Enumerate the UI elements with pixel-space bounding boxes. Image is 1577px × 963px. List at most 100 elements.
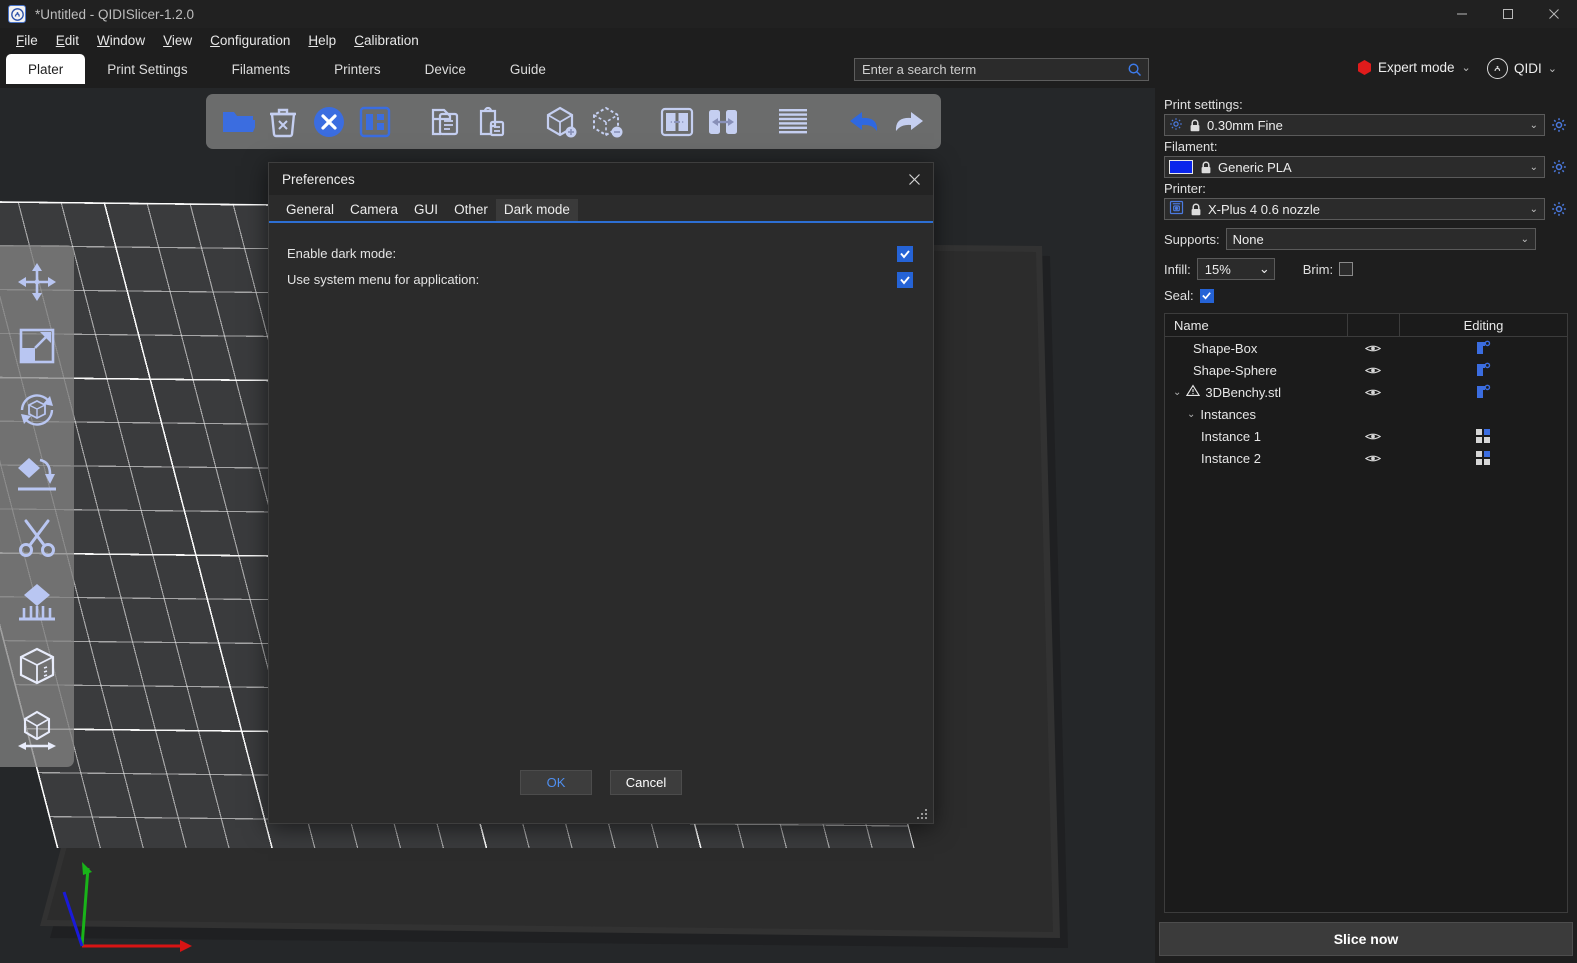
remove-instance-icon[interactable] bbox=[585, 99, 629, 145]
object-settings-icon[interactable] bbox=[1399, 362, 1567, 378]
tab-other[interactable]: Other bbox=[446, 199, 496, 221]
eye-icon[interactable] bbox=[1347, 343, 1399, 354]
minimize-icon[interactable] bbox=[1439, 0, 1485, 28]
chevron-down-icon[interactable]: ⌄ bbox=[1521, 234, 1529, 245]
copy-icon[interactable] bbox=[423, 99, 467, 145]
object-settings-icon[interactable] bbox=[1399, 384, 1567, 400]
infill-value: 15% bbox=[1204, 261, 1231, 277]
seam-painting-gizmo-icon[interactable] bbox=[6, 635, 68, 697]
add-open-icon[interactable] bbox=[216, 99, 260, 145]
tab-print-settings[interactable]: Print Settings bbox=[85, 54, 209, 84]
place-on-face-gizmo-icon[interactable] bbox=[6, 443, 68, 505]
brim-checkbox[interactable] bbox=[1339, 262, 1354, 276]
warning-icon bbox=[1186, 384, 1201, 400]
delete-all-icon[interactable] bbox=[307, 99, 351, 145]
tab-camera[interactable]: Camera bbox=[342, 199, 406, 221]
object-name: Instance 1 bbox=[1201, 428, 1261, 444]
tab-gui[interactable]: GUI bbox=[406, 199, 446, 221]
resize-grip[interactable] bbox=[916, 806, 930, 820]
filament-edit-gear-icon[interactable] bbox=[1550, 158, 1568, 176]
slice-now-button[interactable]: Slice now bbox=[1159, 922, 1573, 956]
arrange-icon[interactable] bbox=[353, 99, 397, 145]
chevron-down-icon[interactable]: ⌄ bbox=[1173, 387, 1181, 398]
move-gizmo-icon[interactable] bbox=[6, 251, 68, 313]
menu-view-label: iew bbox=[171, 32, 193, 48]
split-to-parts-icon[interactable] bbox=[701, 99, 745, 145]
menu-file[interactable]: File bbox=[7, 31, 47, 50]
cut-gizmo-icon[interactable] bbox=[6, 507, 68, 569]
table-row[interactable]: Shape-Sphere bbox=[1165, 359, 1567, 381]
menu-calibration[interactable]: Calibration bbox=[345, 31, 428, 50]
close-icon[interactable] bbox=[901, 168, 927, 190]
chevron-down-icon[interactable]: ⌄ bbox=[1530, 204, 1538, 215]
qidi-logo-icon bbox=[8, 5, 26, 23]
undo-icon[interactable] bbox=[842, 99, 886, 145]
tab-dark-mode[interactable]: Dark mode bbox=[495, 199, 578, 221]
add-instance-icon[interactable] bbox=[539, 99, 583, 145]
print-settings-combo[interactable]: 0.30mm Fine ⌄ bbox=[1164, 114, 1545, 136]
cancel-button[interactable]: Cancel bbox=[610, 770, 682, 795]
chevron-down-icon[interactable]: ⌄ bbox=[1548, 62, 1557, 75]
tab-plater[interactable]: Plater bbox=[6, 54, 86, 84]
search-icon[interactable] bbox=[1127, 62, 1142, 77]
scale-gizmo-icon[interactable] bbox=[6, 315, 68, 377]
table-row[interactable]: ⌄ Instances bbox=[1165, 403, 1567, 425]
ok-button[interactable]: OK bbox=[520, 770, 592, 795]
instances-group-cell: ⌄ Instances bbox=[1165, 407, 1347, 422]
tab-printers[interactable]: Printers bbox=[312, 54, 403, 84]
rotate-gizmo-icon[interactable] bbox=[6, 379, 68, 441]
tab-guide[interactable]: Guide bbox=[488, 54, 568, 84]
chevron-down-icon[interactable]: ⌄ bbox=[1530, 162, 1538, 173]
chevron-down-icon[interactable]: ⌄ bbox=[1462, 61, 1471, 74]
eye-icon[interactable] bbox=[1347, 431, 1399, 442]
printer-icon bbox=[1169, 200, 1184, 218]
enable-dark-mode-checkbox[interactable] bbox=[897, 245, 913, 262]
table-row[interactable]: Shape-Box bbox=[1165, 337, 1567, 359]
delete-icon[interactable] bbox=[262, 99, 306, 145]
menu-edit[interactable]: Edit bbox=[47, 31, 88, 50]
chevron-down-icon[interactable]: ⌄ bbox=[1187, 409, 1195, 420]
supports-value: None bbox=[1232, 231, 1264, 247]
account-menu[interactable]: QIDI ⌄ bbox=[1487, 58, 1557, 79]
maximize-icon[interactable] bbox=[1485, 0, 1531, 28]
support-painting-gizmo-icon[interactable] bbox=[6, 571, 68, 633]
redo-icon[interactable] bbox=[887, 99, 931, 145]
printer-edit-gear-icon[interactable] bbox=[1550, 200, 1568, 218]
object-settings-icon[interactable] bbox=[1399, 340, 1567, 356]
menu-view[interactable]: View bbox=[154, 31, 201, 50]
search-box[interactable] bbox=[854, 58, 1149, 81]
measure-gizmo-icon[interactable] bbox=[6, 699, 68, 761]
menu-configuration[interactable]: Configuration bbox=[201, 31, 299, 50]
eye-icon[interactable] bbox=[1347, 365, 1399, 376]
instance-icon[interactable] bbox=[1399, 428, 1567, 444]
close-icon[interactable] bbox=[1531, 0, 1577, 28]
split-to-objects-icon[interactable] bbox=[655, 99, 699, 145]
filament-combo[interactable]: Generic PLA ⌄ bbox=[1164, 156, 1545, 178]
tab-general[interactable]: General bbox=[278, 199, 342, 221]
object-list[interactable]: Name Editing Shape-Box Shape-Sphere ⌄ 3D… bbox=[1164, 313, 1568, 913]
chevron-down-icon[interactable]: ⌄ bbox=[1259, 261, 1270, 277]
tab-device[interactable]: Device bbox=[403, 54, 488, 84]
print-settings-edit-gear-icon[interactable] bbox=[1550, 116, 1568, 134]
qidi-logo-icon bbox=[1487, 58, 1508, 79]
mode-selector[interactable]: Expert mode ⌄ bbox=[1358, 60, 1471, 75]
eye-icon[interactable] bbox=[1347, 453, 1399, 464]
table-row[interactable]: Instance 1 bbox=[1165, 425, 1567, 447]
menu-window[interactable]: Window bbox=[88, 31, 154, 50]
instance-icon[interactable] bbox=[1399, 450, 1567, 466]
printer-combo[interactable]: X-Plus 4 0.6 nozzle ⌄ bbox=[1164, 198, 1545, 220]
layers-editing-icon[interactable] bbox=[771, 99, 815, 145]
table-row[interactable]: Instance 2 bbox=[1165, 447, 1567, 469]
menu-help[interactable]: Help bbox=[299, 31, 345, 50]
table-row[interactable]: ⌄ 3DBenchy.stl bbox=[1165, 381, 1567, 403]
system-menu-checkbox[interactable] bbox=[897, 271, 913, 288]
infill-combo[interactable]: 15% ⌄ bbox=[1196, 258, 1275, 280]
supports-combo[interactable]: None ⌄ bbox=[1225, 228, 1536, 250]
chevron-down-icon[interactable]: ⌄ bbox=[1530, 120, 1538, 131]
eye-icon[interactable] bbox=[1347, 387, 1399, 398]
paste-icon[interactable] bbox=[469, 99, 513, 145]
tab-filaments[interactable]: Filaments bbox=[210, 54, 313, 84]
seal-checkbox[interactable] bbox=[1199, 288, 1214, 303]
search-input[interactable] bbox=[855, 62, 1127, 77]
seal-label: Seal: bbox=[1164, 288, 1194, 303]
